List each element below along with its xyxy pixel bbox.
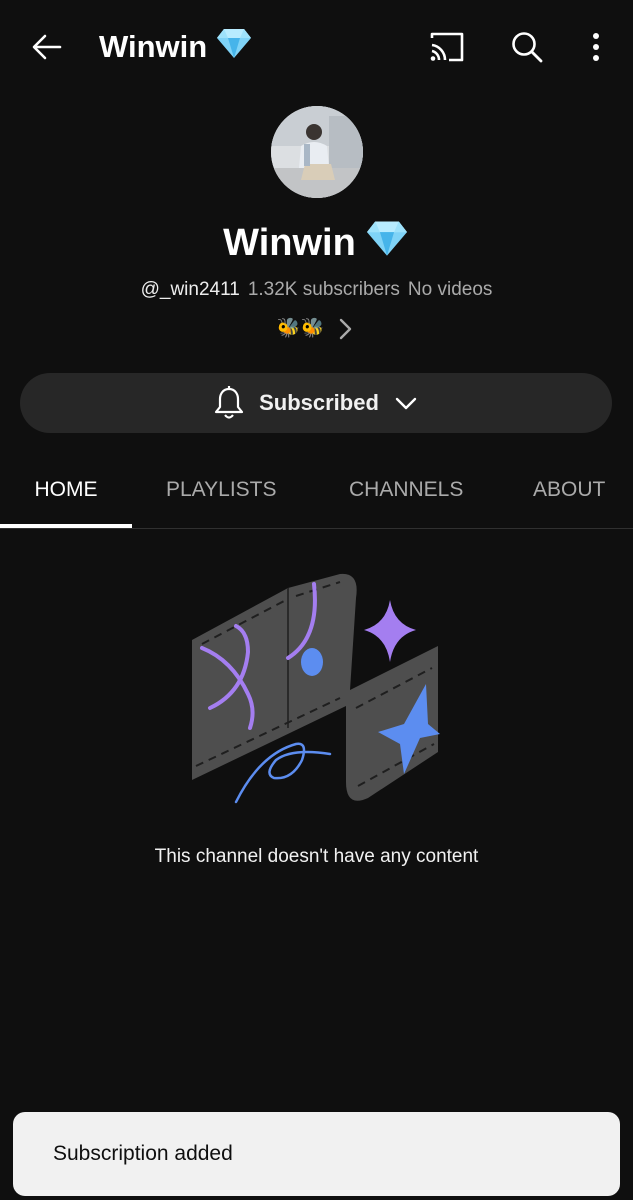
- page-title: Winwin: [99, 26, 253, 71]
- tab-channels[interactable]: CHANNELS: [349, 458, 463, 528]
- gem-icon: [364, 218, 410, 271]
- bell-icon: [214, 386, 244, 419]
- cast-icon: [430, 32, 464, 62]
- search-icon: [512, 32, 543, 63]
- more-vert-icon: [593, 33, 599, 61]
- subscribed-button[interactable]: Subscribed: [20, 373, 612, 433]
- video-count: No videos: [407, 279, 493, 300]
- subscriber-count: 1.32K subscribers: [247, 279, 400, 300]
- empty-state-illustration: [190, 568, 442, 808]
- gem-icon: [215, 26, 253, 71]
- tab-about[interactable]: ABOUT: [533, 458, 605, 528]
- avatar-image: [271, 106, 363, 198]
- empty-content-illustration: [192, 573, 440, 804]
- search-button[interactable]: [506, 26, 548, 68]
- channel-description-text: 🐝🐝: [276, 318, 325, 339]
- snackbar: Subscription added: [13, 1112, 620, 1196]
- cast-button[interactable]: [426, 26, 468, 68]
- chevron-down-icon: [395, 397, 417, 410]
- channel-tabs: HOME PLAYLISTS CHANNELS ABOUT: [0, 458, 633, 529]
- back-arrow-icon: [32, 34, 62, 60]
- tab-home[interactable]: HOME: [0, 458, 132, 528]
- channel-links[interactable]: 🐝🐝: [0, 312, 633, 346]
- back-button[interactable]: [26, 26, 68, 68]
- channel-handle: @_win2411: [140, 279, 240, 300]
- chevron-right-icon: [339, 318, 352, 340]
- tab-playlists[interactable]: PLAYLISTS: [166, 458, 277, 528]
- snackbar-message: Subscription added: [53, 1142, 233, 1165]
- subscribed-label: Subscribed: [259, 390, 379, 415]
- channel-meta: @_win2411 1.32K subscribers No videos: [0, 276, 633, 304]
- more-options-button[interactable]: [575, 26, 617, 68]
- page-title-text: Winwin: [99, 29, 208, 64]
- channel-avatar[interactable]: [271, 106, 363, 198]
- top-app-bar: Winwin: [0, 0, 633, 92]
- channel-name-text: Winwin: [223, 222, 356, 264]
- empty-state-message: This channel doesn't have any content: [154, 846, 479, 867]
- channel-name: Winwin: [0, 218, 633, 271]
